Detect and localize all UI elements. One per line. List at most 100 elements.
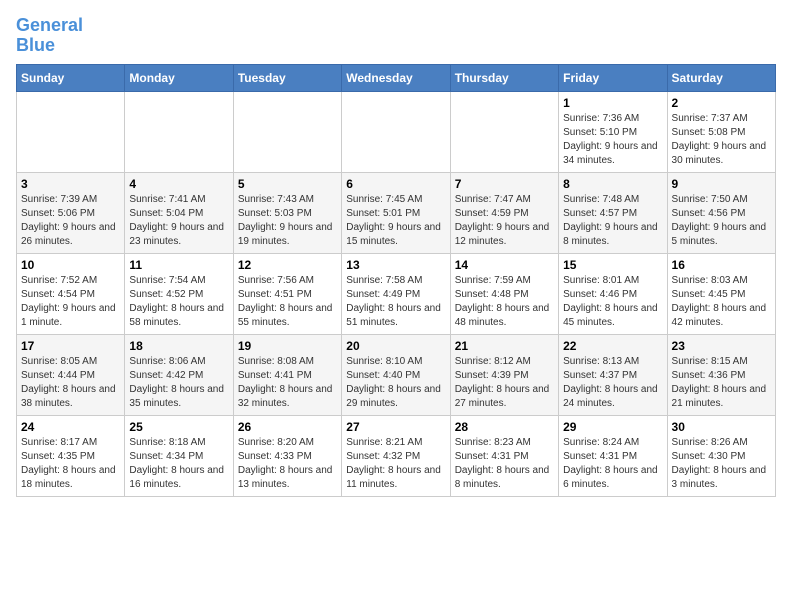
- day-info: Sunrise: 7:41 AM Sunset: 5:04 PM Dayligh…: [129, 193, 228, 249]
- logo: General Blue General Blue: [16, 16, 83, 56]
- day-info: Sunrise: 8:18 AM Sunset: 4:34 PM Dayligh…: [129, 436, 228, 492]
- day-info: Sunrise: 7:43 AM Sunset: 5:03 PM Dayligh…: [238, 193, 337, 249]
- day-number: 22: [563, 339, 662, 353]
- day-info: Sunrise: 7:48 AM Sunset: 4:57 PM Dayligh…: [563, 193, 662, 249]
- day-cell: 20 Sunrise: 8:10 AM Sunset: 4:40 PM Dayli…: [342, 334, 450, 415]
- day-number: 21: [455, 339, 554, 353]
- day-info: Sunrise: 8:12 AM Sunset: 4:39 PM Dayligh…: [455, 355, 554, 411]
- day-number: 4: [129, 177, 228, 191]
- week-row-4: 24 Sunrise: 8:17 AM Sunset: 4:35 PM Dayli…: [17, 415, 776, 496]
- header-day-thursday: Thursday: [450, 64, 558, 91]
- day-cell: 19Sunrise: 8:08 AM Sunset: 4:41 PM Dayli…: [233, 334, 341, 415]
- day-cell: 24 Sunrise: 8:17 AM Sunset: 4:35 PM Dayli…: [17, 415, 125, 496]
- calendar-body: 1 Sunrise: 7:36 AM Sunset: 5:10 PM Daylig…: [17, 91, 776, 496]
- day-cell: [125, 91, 233, 172]
- day-info: Sunrise: 7:47 AM Sunset: 4:59 PM Dayligh…: [455, 193, 554, 249]
- header: General Blue General Blue: [16, 16, 776, 56]
- day-info: Sunrise: 8:21 AM Sunset: 4:32 PM Dayligh…: [346, 436, 445, 492]
- day-cell: 11Sunrise: 7:54 AM Sunset: 4:52 PM Dayli…: [125, 253, 233, 334]
- day-cell: 3 Sunrise: 7:39 AM Sunset: 5:06 PM Daylig…: [17, 172, 125, 253]
- day-number: 25: [129, 420, 228, 434]
- day-cell: 29 Sunrise: 8:24 AM Sunset: 4:31 PM Dayli…: [559, 415, 667, 496]
- day-cell: 14 Sunrise: 7:59 AM Sunset: 4:48 PM Dayli…: [450, 253, 558, 334]
- day-cell: 27 Sunrise: 8:21 AM Sunset: 4:32 PM Dayli…: [342, 415, 450, 496]
- day-info: Sunrise: 7:37 AM Sunset: 5:08 PM Dayligh…: [672, 112, 771, 168]
- calendar-table: SundayMondayTuesdayWednesdayThursdayFrid…: [16, 64, 776, 497]
- day-number: 8: [563, 177, 662, 191]
- day-number: 30: [672, 420, 771, 434]
- header-day-saturday: Saturday: [667, 64, 775, 91]
- day-cell: 17 Sunrise: 8:05 AM Sunset: 4:44 PM Dayli…: [17, 334, 125, 415]
- day-info: Sunrise: 8:23 AM Sunset: 4:31 PM Dayligh…: [455, 436, 554, 492]
- day-info: Sunrise: 7:36 AM Sunset: 5:10 PM Dayligh…: [563, 112, 662, 168]
- day-cell: 8 Sunrise: 7:48 AM Sunset: 4:57 PM Daylig…: [559, 172, 667, 253]
- day-cell: 7 Sunrise: 7:47 AM Sunset: 4:59 PM Daylig…: [450, 172, 558, 253]
- day-info: Sunrise: 8:05 AM Sunset: 4:44 PM Dayligh…: [21, 355, 120, 411]
- day-info: Sunrise: 7:59 AM Sunset: 4:48 PM Dayligh…: [455, 274, 554, 330]
- day-cell: 13 Sunrise: 7:58 AM Sunset: 4:49 PM Dayli…: [342, 253, 450, 334]
- day-number: 24: [21, 420, 120, 434]
- day-cell: [233, 91, 341, 172]
- day-cell: [342, 91, 450, 172]
- day-info: Sunrise: 7:58 AM Sunset: 4:49 PM Dayligh…: [346, 274, 445, 330]
- week-row-3: 17 Sunrise: 8:05 AM Sunset: 4:44 PM Dayli…: [17, 334, 776, 415]
- day-number: 16: [672, 258, 771, 272]
- day-info: Sunrise: 8:24 AM Sunset: 4:31 PM Dayligh…: [563, 436, 662, 492]
- day-number: 7: [455, 177, 554, 191]
- day-number: 15: [563, 258, 662, 272]
- week-row-2: 10 Sunrise: 7:52 AM Sunset: 4:54 PM Dayli…: [17, 253, 776, 334]
- day-info: Sunrise: 8:13 AM Sunset: 4:37 PM Dayligh…: [563, 355, 662, 411]
- day-cell: 16 Sunrise: 8:03 AM Sunset: 4:45 PM Dayli…: [667, 253, 775, 334]
- day-info: Sunrise: 7:52 AM Sunset: 4:54 PM Dayligh…: [21, 274, 120, 330]
- header-day-tuesday: Tuesday: [233, 64, 341, 91]
- day-number: 3: [21, 177, 120, 191]
- day-number: 14: [455, 258, 554, 272]
- day-cell: 5 Sunrise: 7:43 AM Sunset: 5:03 PM Daylig…: [233, 172, 341, 253]
- day-cell: 28 Sunrise: 8:23 AM Sunset: 4:31 PM Dayli…: [450, 415, 558, 496]
- header-day-wednesday: Wednesday: [342, 64, 450, 91]
- day-cell: 25 Sunrise: 8:18 AM Sunset: 4:34 PM Dayli…: [125, 415, 233, 496]
- header-row: SundayMondayTuesdayWednesdayThursdayFrid…: [17, 64, 776, 91]
- day-number: 13: [346, 258, 445, 272]
- day-cell: 2Sunrise: 7:37 AM Sunset: 5:08 PM Daylig…: [667, 91, 775, 172]
- day-cell: [17, 91, 125, 172]
- day-cell: [450, 91, 558, 172]
- day-info: Sunrise: 8:06 AM Sunset: 4:42 PM Dayligh…: [129, 355, 228, 411]
- day-cell: 23Sunrise: 8:15 AM Sunset: 4:36 PM Dayli…: [667, 334, 775, 415]
- day-info: Sunrise: 8:10 AM Sunset: 4:40 PM Dayligh…: [346, 355, 445, 411]
- day-number: 28: [455, 420, 554, 434]
- day-info: Sunrise: 8:26 AM Sunset: 4:30 PM Dayligh…: [672, 436, 771, 492]
- day-number: 20: [346, 339, 445, 353]
- day-info: Sunrise: 7:56 AM Sunset: 4:51 PM Dayligh…: [238, 274, 337, 330]
- day-cell: 22 Sunrise: 8:13 AM Sunset: 4:37 PM Dayli…: [559, 334, 667, 415]
- day-cell: 18 Sunrise: 8:06 AM Sunset: 4:42 PM Dayli…: [125, 334, 233, 415]
- day-cell: 10 Sunrise: 7:52 AM Sunset: 4:54 PM Dayli…: [17, 253, 125, 334]
- day-number: 1: [563, 96, 662, 110]
- day-number: 26: [238, 420, 337, 434]
- day-number: 6: [346, 177, 445, 191]
- header-day-monday: Monday: [125, 64, 233, 91]
- header-day-friday: Friday: [559, 64, 667, 91]
- day-info: Sunrise: 8:08 AM Sunset: 4:41 PM Dayligh…: [238, 355, 337, 411]
- day-number: 17: [21, 339, 120, 353]
- day-number: 12: [238, 258, 337, 272]
- day-cell: 1 Sunrise: 7:36 AM Sunset: 5:10 PM Daylig…: [559, 91, 667, 172]
- day-cell: 21 Sunrise: 8:12 AM Sunset: 4:39 PM Dayli…: [450, 334, 558, 415]
- day-cell: 30 Sunrise: 8:26 AM Sunset: 4:30 PM Dayli…: [667, 415, 775, 496]
- day-number: 29: [563, 420, 662, 434]
- day-number: 27: [346, 420, 445, 434]
- day-number: 5: [238, 177, 337, 191]
- day-info: Sunrise: 8:03 AM Sunset: 4:45 PM Dayligh…: [672, 274, 771, 330]
- day-info: Sunrise: 8:01 AM Sunset: 4:46 PM Dayligh…: [563, 274, 662, 330]
- day-number: 9: [672, 177, 771, 191]
- day-cell: 12 Sunrise: 7:56 AM Sunset: 4:51 PM Dayli…: [233, 253, 341, 334]
- day-cell: 6Sunrise: 7:45 AM Sunset: 5:01 PM Daylig…: [342, 172, 450, 253]
- day-number: 10: [21, 258, 120, 272]
- day-info: Sunrise: 7:39 AM Sunset: 5:06 PM Dayligh…: [21, 193, 120, 249]
- day-number: 11: [129, 258, 228, 272]
- day-number: 18: [129, 339, 228, 353]
- day-cell: 9Sunrise: 7:50 AM Sunset: 4:56 PM Daylig…: [667, 172, 775, 253]
- calendar-header: SundayMondayTuesdayWednesdayThursdayFrid…: [17, 64, 776, 91]
- day-info: Sunrise: 8:17 AM Sunset: 4:35 PM Dayligh…: [21, 436, 120, 492]
- logo-text-line2: Blue: [16, 36, 83, 56]
